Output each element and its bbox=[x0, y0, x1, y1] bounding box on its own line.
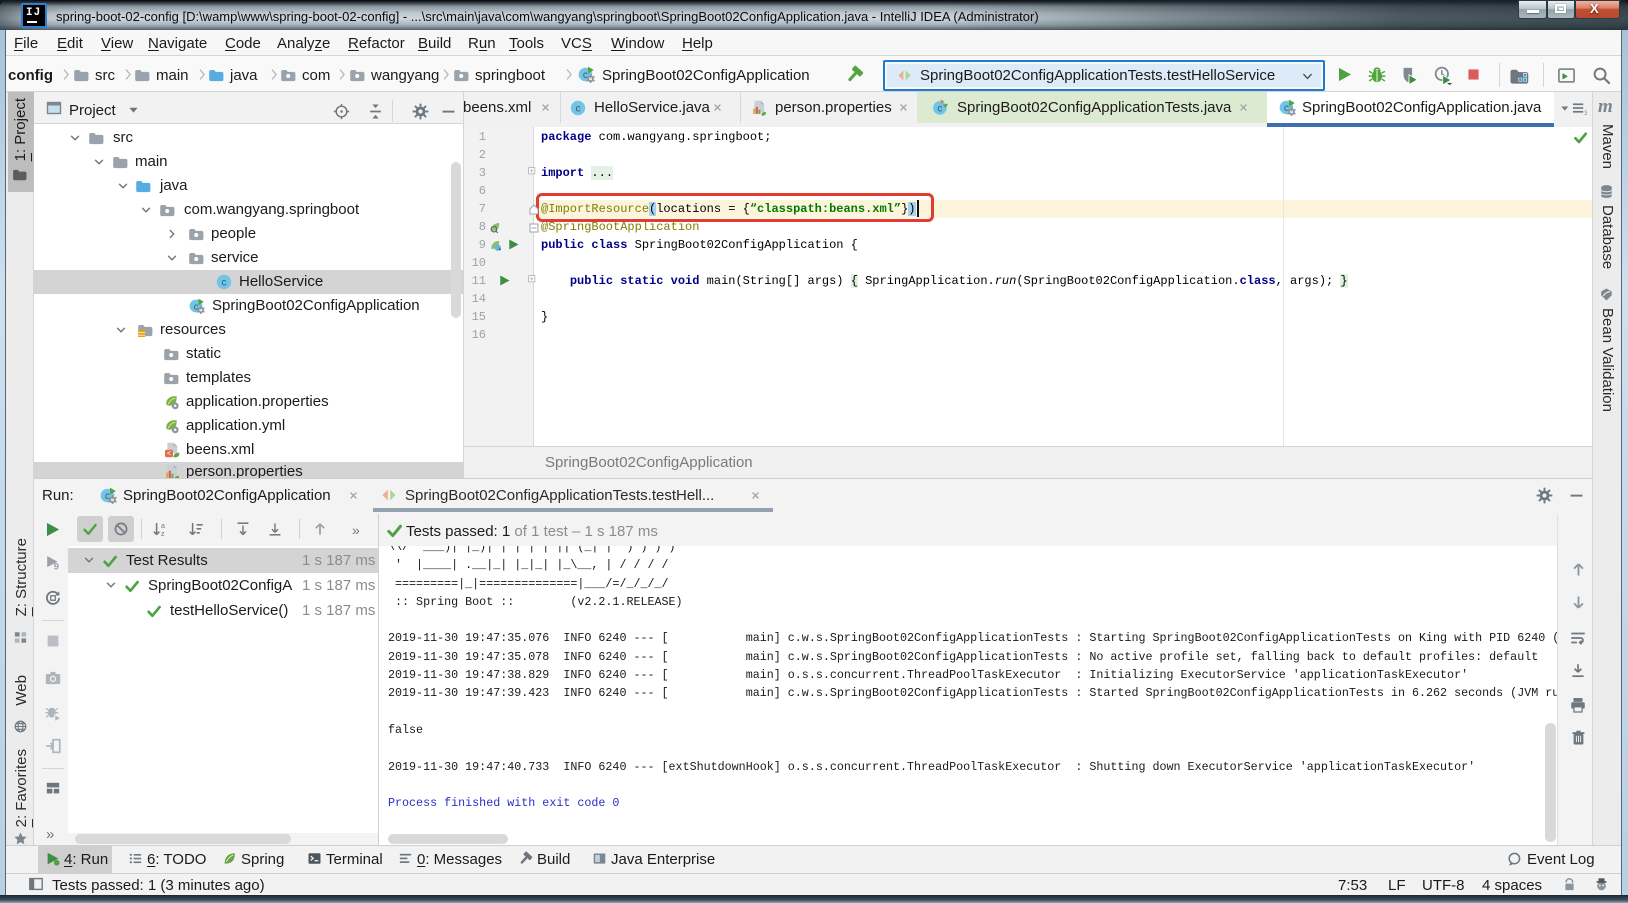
svg-text:c: c bbox=[105, 491, 110, 502]
svg-text:9: 9 bbox=[54, 561, 59, 571]
svg-text:c: c bbox=[222, 278, 227, 289]
svg-text:c: c bbox=[937, 104, 942, 115]
svg-text:a: a bbox=[161, 523, 165, 530]
svg-text:c: c bbox=[576, 104, 581, 115]
svg-text:c: c bbox=[1284, 103, 1289, 114]
svg-text:z: z bbox=[161, 531, 165, 537]
svg-text:c: c bbox=[583, 70, 588, 81]
svg-text:3: 3 bbox=[1584, 110, 1587, 116]
svg-text:<: < bbox=[167, 450, 171, 458]
